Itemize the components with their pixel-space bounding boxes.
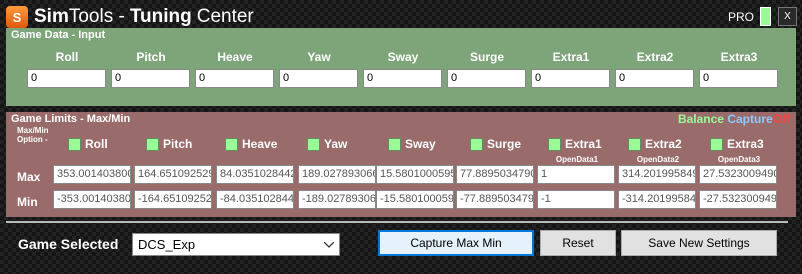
divider <box>6 221 788 223</box>
option-label: Max/Min Option - <box>17 126 49 144</box>
option-label-heave: Heave <box>242 137 278 151</box>
balance-word: Balance <box>677 112 724 126</box>
option-label-yaw: Yaw <box>324 137 348 151</box>
input-field-sway[interactable]: 0 <box>363 69 442 88</box>
chevron-down-icon <box>324 241 334 248</box>
min-field-sway[interactable]: -15.5801000595 <box>376 190 454 209</box>
input-field-yaw[interactable]: 0 <box>279 69 358 88</box>
option-label-line2: Option - <box>17 135 48 144</box>
title-sim: Sim <box>34 6 69 27</box>
option-label-extra1: Extra1 <box>565 137 602 151</box>
option-checkbox-extra2[interactable] <box>628 138 641 151</box>
option-label-pitch: Pitch <box>163 137 193 151</box>
input-header-surge: Surge <box>469 50 504 64</box>
input-header-pitch: Pitch <box>136 50 166 64</box>
input-header-sway: Sway <box>387 50 419 64</box>
min-field-extra2[interactable]: -314.201995849 <box>618 190 696 209</box>
max-field-heave[interactable]: 84.0351028442 <box>216 165 294 184</box>
min-field-pitch[interactable]: -164.651092529 <box>134 190 212 209</box>
option-label-sway: Sway <box>405 137 436 151</box>
max-field-surge[interactable]: 77.8895034790 <box>456 165 534 184</box>
game-select[interactable]: DCS_Exp <box>132 233 340 256</box>
input-field-pitch[interactable]: 0 <box>111 69 190 88</box>
title-center: Center <box>196 6 254 27</box>
input-field-extra3[interactable]: 0 <box>699 69 778 88</box>
capture-word: Capture <box>727 112 773 126</box>
option-checkbox-extra3[interactable] <box>710 138 723 151</box>
app-logo-icon: S <box>6 6 28 28</box>
option-checkbox-sway[interactable] <box>388 138 401 151</box>
input-header-yaw: Yaw <box>307 50 331 64</box>
window-title: SimTools - Tuning Center <box>34 5 254 29</box>
option-label-line1: Max/Min <box>17 126 49 135</box>
min-field-extra3[interactable]: -27.5323009490 <box>699 190 777 209</box>
min-row-label: Min <box>17 195 38 209</box>
input-field-heave[interactable]: 0 <box>195 69 274 88</box>
min-field-yaw[interactable]: -189.027893066 <box>298 190 376 209</box>
min-field-roll[interactable]: -353.001403800 <box>53 190 131 209</box>
limits-section-title: Game Limits - Max/Min <box>11 113 131 125</box>
option-label-extra3: Extra3 <box>727 137 764 151</box>
max-row-label: Max <box>17 170 41 184</box>
option-checkbox-roll[interactable] <box>68 138 81 151</box>
min-field-surge[interactable]: -77.8895034790 <box>456 190 534 209</box>
input-field-extra2[interactable]: 0 <box>615 69 694 88</box>
option-checkbox-yaw[interactable] <box>307 138 320 151</box>
option-checkbox-surge[interactable] <box>470 138 483 151</box>
min-field-heave[interactable]: -84.0351028442 <box>216 190 294 209</box>
input-header-extra3: Extra3 <box>720 50 758 64</box>
input-header-extra1: Extra1 <box>552 50 590 64</box>
capture-max-min-button[interactable]: Capture Max Min <box>378 230 534 256</box>
game-data-input-panel <box>6 28 796 106</box>
max-field-extra2[interactable]: 314.201995849 <box>618 165 696 184</box>
option-label-roll: Roll <box>85 137 108 151</box>
input-header-roll: Roll <box>55 50 79 64</box>
pro-label: PRO <box>728 10 755 24</box>
max-field-pitch[interactable]: 164.651092529 <box>134 165 212 184</box>
balance-capture-status: Balance CaptureOff <box>678 112 790 126</box>
save-new-settings-button[interactable]: Save New Settings <box>621 230 777 256</box>
max-field-yaw[interactable]: 189.027893066 <box>298 165 376 184</box>
max-field-sway[interactable]: 15.5801000595 <box>376 165 454 184</box>
pro-toggle[interactable] <box>760 7 771 26</box>
input-section-title: Game Data - Input <box>11 29 106 41</box>
game-selected-label: Game Selected <box>18 236 119 252</box>
min-field-extra1[interactable]: -1 <box>537 190 615 209</box>
max-field-extra3[interactable]: 27.5323009490 <box>699 165 777 184</box>
option-checkbox-pitch[interactable] <box>146 138 159 151</box>
reset-button[interactable]: Reset <box>540 230 616 256</box>
opendata-label-extra2: OpenData2 <box>636 155 680 164</box>
input-header-extra2: Extra2 <box>636 50 674 64</box>
option-checkbox-heave[interactable] <box>225 138 238 151</box>
input-field-extra1[interactable]: 0 <box>531 69 610 88</box>
option-checkbox-extra1[interactable] <box>548 138 561 151</box>
title-tools: Tools - <box>68 6 125 27</box>
input-header-heave: Heave <box>217 50 253 64</box>
max-field-roll[interactable]: 353.001403800 <box>53 165 131 184</box>
title-tuning: Tuning <box>129 6 192 27</box>
opendata-label-extra1: OpenData1 <box>555 155 599 164</box>
close-button[interactable]: X <box>778 7 797 26</box>
option-label-extra2: Extra2 <box>645 137 682 151</box>
off-word: Off <box>772 112 790 126</box>
opendata-label-extra3: OpenData3 <box>717 155 761 164</box>
input-field-surge[interactable]: 0 <box>447 69 526 88</box>
max-field-extra1[interactable]: 1 <box>537 165 615 184</box>
option-label-surge: Surge <box>487 137 522 151</box>
game-select-value: DCS_Exp <box>138 237 196 252</box>
input-field-roll[interactable]: 0 <box>27 69 106 88</box>
